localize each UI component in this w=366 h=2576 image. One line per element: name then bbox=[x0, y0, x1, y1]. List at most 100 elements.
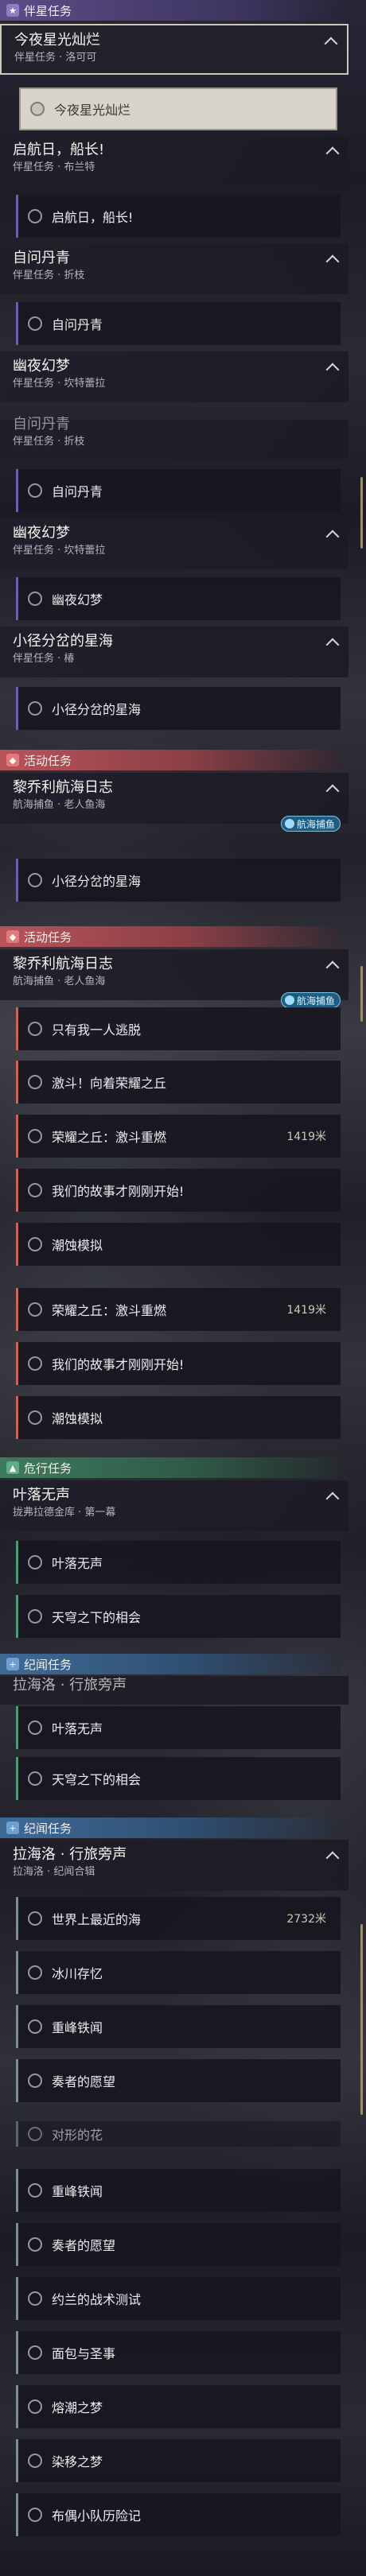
danger-icon: ▲ bbox=[6, 1461, 19, 1474]
step-label: 重峰铁闻 bbox=[52, 2184, 103, 2199]
quest-title: 叶落无声 bbox=[13, 1487, 70, 1503]
quest-subtitle: 拉海洛 · 纪闻合辑 bbox=[13, 1866, 95, 1878]
quest-step[interactable]: 只有我一人逃脱 bbox=[16, 1007, 341, 1050]
quest-step[interactable]: 约兰的战术测试 bbox=[16, 2277, 341, 2320]
category-label: 危行任务 bbox=[24, 1461, 72, 1476]
category-label: 活动任务 bbox=[24, 929, 72, 945]
step-label: 冰川存忆 bbox=[52, 1966, 103, 1981]
quest-header[interactable]: 启航日，船长! 伴星任务 · 布兰特 bbox=[0, 135, 348, 186]
step-label: 约兰的战术测试 bbox=[52, 2292, 142, 2307]
quest-header[interactable]: 拉海洛 · 行旅旁声 拉海洛 · 纪闻合辑 bbox=[0, 1840, 348, 1891]
step-label: 天穹之下的相会 bbox=[52, 1772, 142, 1787]
quest-step[interactable]: 激斗！向着荣耀之丘 bbox=[16, 1061, 341, 1104]
event-icon: ◆ bbox=[6, 930, 19, 943]
quest-step[interactable]: 重峰铁闻 bbox=[16, 2005, 341, 2048]
quest-step[interactable]: 奏者的愿望 bbox=[16, 2059, 341, 2102]
quest-subtitle: 伴星任务 · 洛可可 bbox=[14, 52, 97, 64]
quest-header[interactable]: 小径分岔的星海 伴星任务 · 椿 bbox=[0, 627, 348, 677]
distance-label: 2732米 bbox=[286, 1913, 326, 1926]
quest-step[interactable]: 自问丹青 bbox=[16, 302, 341, 345]
quest-title: 幽夜幻梦 bbox=[13, 525, 70, 541]
step-circle-icon bbox=[28, 209, 42, 223]
quest-step[interactable]: 天穹之下的相会 bbox=[16, 1595, 341, 1638]
step-circle-icon bbox=[28, 873, 42, 887]
step-circle-icon bbox=[28, 2508, 42, 2522]
step-circle-icon bbox=[30, 102, 45, 116]
quest-step[interactable]: 叶落无声 bbox=[16, 1706, 341, 1749]
scrollbar-thumb[interactable] bbox=[360, 966, 363, 1022]
legend-icon: + bbox=[6, 1821, 19, 1834]
badge-label: 航海捕鱼 bbox=[296, 818, 335, 830]
quest-step[interactable]: 面包与圣事 bbox=[16, 2331, 341, 2374]
step-circle-icon bbox=[28, 1965, 42, 1980]
quest-header[interactable]: 拉海洛 · 行旅旁声 bbox=[0, 1676, 348, 1705]
quest-header[interactable]: 黎乔利航海日志 航海捕鱼 · 老人鱼海 航海捕鱼 bbox=[0, 949, 348, 1008]
quest-step[interactable]: 叶落无声 bbox=[16, 1541, 341, 1584]
quest-header[interactable]: 叶落无声拢弗拉德金库 · 第一幕 bbox=[0, 1480, 348, 1531]
step-circle-icon bbox=[28, 1129, 42, 1143]
scrollbar-thumb[interactable] bbox=[360, 1924, 363, 2115]
step-label: 布偶小队历险记 bbox=[52, 2508, 142, 2524]
quest-step[interactable]: 潮蚀模拟 bbox=[16, 1396, 341, 1439]
quest-step[interactable]: 冰川存忆 bbox=[16, 1951, 341, 1994]
quest-step[interactable]: 荣耀之丘：激斗重燃 1419米 bbox=[16, 1115, 341, 1158]
step-circle-icon bbox=[28, 1911, 42, 1926]
step-circle-icon bbox=[28, 1609, 42, 1624]
badge-label: 航海捕鱼 bbox=[296, 995, 335, 1007]
quest-title: 小径分岔的星海 bbox=[13, 633, 113, 650]
distance-label: 1419米 bbox=[286, 1304, 326, 1317]
quest-step[interactable]: 幽夜幻梦 bbox=[16, 577, 341, 620]
quest-step[interactable]: 小径分岔的星海 bbox=[16, 859, 341, 902]
scrollbar-thumb[interactable] bbox=[360, 477, 363, 549]
quest-subtitle: 拢弗拉德金库 · 第一幕 bbox=[13, 1507, 116, 1519]
fishing-icon bbox=[284, 995, 294, 1005]
quest-step[interactable]: 自问丹青 bbox=[16, 469, 341, 512]
fishing-badge: 航海捕鱼 bbox=[280, 816, 341, 832]
quest-step[interactable]: 布偶小队历险记 bbox=[16, 2493, 341, 2536]
step-circle-icon bbox=[28, 1410, 42, 1425]
quest-header[interactable]: 黎乔利航海日志 航海捕鱼 · 老人鱼海 航海捕鱼 bbox=[0, 773, 348, 832]
category-header-event: ◆ 活动任务 bbox=[0, 750, 341, 770]
quest-step[interactable]: 我们的故事才刚刚开始! bbox=[16, 1342, 341, 1385]
step-circle-icon bbox=[28, 701, 42, 716]
quest-step[interactable]: 世界上最近的海 2732米 bbox=[16, 1897, 341, 1940]
quest-step[interactable]: 重峰铁闻 bbox=[16, 2169, 341, 2212]
step-label: 荣耀之丘：激斗重燃 bbox=[52, 1130, 167, 1145]
quest-step[interactable]: 奏者的愿望 bbox=[16, 2223, 341, 2266]
quest-step[interactable]: 潮蚀模拟 bbox=[16, 1223, 341, 1266]
quest-step[interactable]: 启航日，船长! bbox=[16, 195, 341, 238]
distance-label: 1419米 bbox=[286, 1131, 326, 1143]
quest-subtitle: 伴星任务 · 布兰特 bbox=[13, 161, 95, 173]
step-label: 只有我一人逃脱 bbox=[52, 1022, 142, 1038]
quest-step[interactable]: 天穹之下的相会 bbox=[16, 1757, 341, 1800]
step-label: 奏者的愿望 bbox=[52, 2238, 116, 2253]
step-circle-icon bbox=[28, 1022, 42, 1036]
quest-subtitle: 航海捕鱼 · 老人鱼海 bbox=[13, 976, 106, 987]
step-label: 启航日，船长! bbox=[52, 210, 134, 225]
quest-step[interactable]: 熔潮之梦 bbox=[16, 2385, 341, 2428]
quest-step[interactable]: 荣耀之丘：激斗重燃 1419米 bbox=[16, 1288, 341, 1331]
quest-header[interactable]: 今夜星光灿烂伴星任务 · 洛可可 bbox=[0, 24, 348, 75]
step-circle-icon bbox=[28, 1302, 42, 1317]
step-label: 小径分岔的星海 bbox=[52, 874, 142, 889]
quest-step[interactable]: 小径分岔的星海 bbox=[16, 687, 341, 730]
event-icon: ◆ bbox=[6, 754, 19, 766]
quest-step[interactable]: 我们的故事才刚刚开始! bbox=[16, 1169, 341, 1212]
category-header-companion: ★ 伴星任务 bbox=[0, 0, 341, 21]
quest-step[interactable]: 对形的花 bbox=[16, 2121, 341, 2147]
quest-step-active[interactable]: 今夜星光灿烂 bbox=[19, 87, 337, 130]
quest-header[interactable]: 幽夜幻梦 伴星任务 · 坎特蕾拉 bbox=[0, 518, 348, 569]
step-label: 染移之梦 bbox=[52, 2454, 103, 2469]
step-circle-icon bbox=[28, 316, 42, 331]
step-circle-icon bbox=[28, 1183, 42, 1197]
step-circle-icon bbox=[28, 2183, 42, 2198]
step-circle-icon bbox=[28, 2291, 42, 2306]
step-label: 面包与圣事 bbox=[52, 2346, 116, 2361]
quest-header[interactable]: 自问丹青 伴星任务 · 折枝 bbox=[0, 416, 348, 460]
quest-title: 今夜星光灿烂 bbox=[14, 32, 100, 48]
quest-subtitle: 航海捕鱼 · 老人鱼海 bbox=[13, 799, 106, 811]
quest-step[interactable]: 染移之梦 bbox=[16, 2439, 341, 2482]
quest-header[interactable]: 幽夜幻梦 伴星任务 · 坎特蕾拉 bbox=[0, 351, 348, 402]
step-label: 今夜星光灿烂 bbox=[54, 103, 131, 118]
quest-header[interactable]: 自问丹青 伴星任务 · 折枝 bbox=[0, 243, 348, 294]
